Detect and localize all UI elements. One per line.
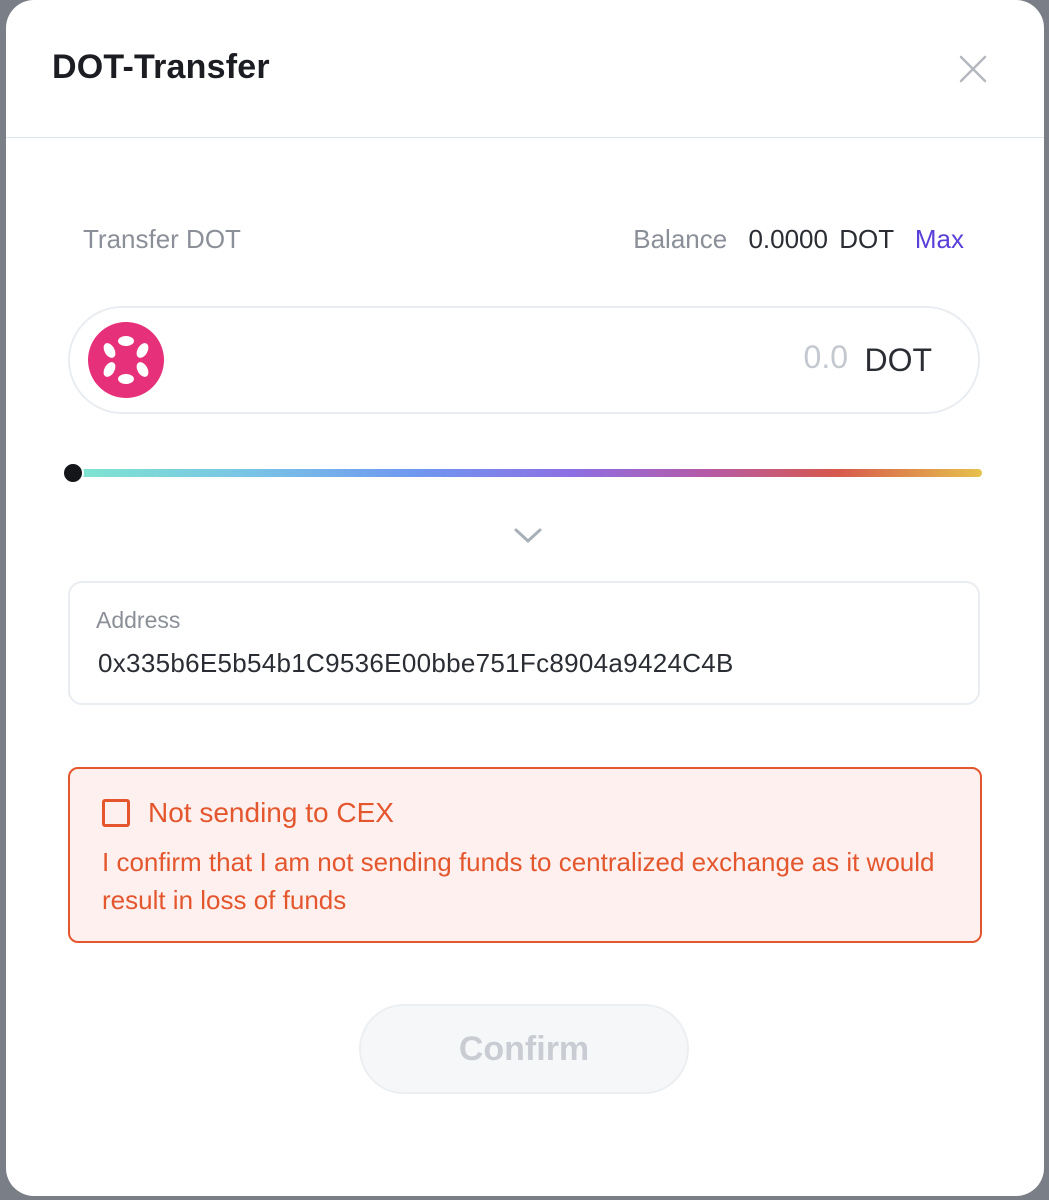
chevron-down-icon xyxy=(514,528,542,543)
address-label: Address xyxy=(96,607,181,633)
cex-warning-text: I confirm that I am not sending funds to… xyxy=(102,847,935,915)
dialog-header: DOT-Transfer xyxy=(6,0,1044,138)
balance-unit: DOT xyxy=(839,224,894,254)
transfer-dialog: DOT-Transfer Transfer DOT Balance 0.0000… xyxy=(6,0,1044,1196)
polkadot-logo-icon xyxy=(88,322,164,398)
slider-thumb[interactable] xyxy=(62,462,84,484)
amount-field: DOT xyxy=(68,306,980,414)
close-button[interactable] xyxy=(956,52,990,86)
dialog-title: DOT-Transfer xyxy=(52,48,270,86)
amount-slider[interactable] xyxy=(62,458,982,488)
transfer-label: Transfer DOT xyxy=(83,224,241,254)
cex-warning: Not sending to CEX I confirm that I am n… xyxy=(68,767,982,943)
max-button[interactable]: Max xyxy=(915,224,964,254)
balance-label: Balance xyxy=(633,224,728,254)
balance-row: Balance 0.0000 DOT Max xyxy=(633,224,964,255)
amount-input[interactable] xyxy=(546,338,850,377)
expand-toggle[interactable] xyxy=(512,524,544,548)
address-field: Address xyxy=(68,581,980,705)
slider-track xyxy=(72,469,982,477)
close-icon xyxy=(959,55,987,83)
balance-value: 0.0000 xyxy=(748,224,828,254)
amount-unit: DOT xyxy=(864,342,932,378)
address-input[interactable] xyxy=(96,647,960,680)
confirm-button[interactable]: Confirm xyxy=(359,1004,689,1094)
cex-confirm-checkbox[interactable] xyxy=(102,799,130,827)
cex-warning-title[interactable]: Not sending to CEX xyxy=(148,797,394,829)
